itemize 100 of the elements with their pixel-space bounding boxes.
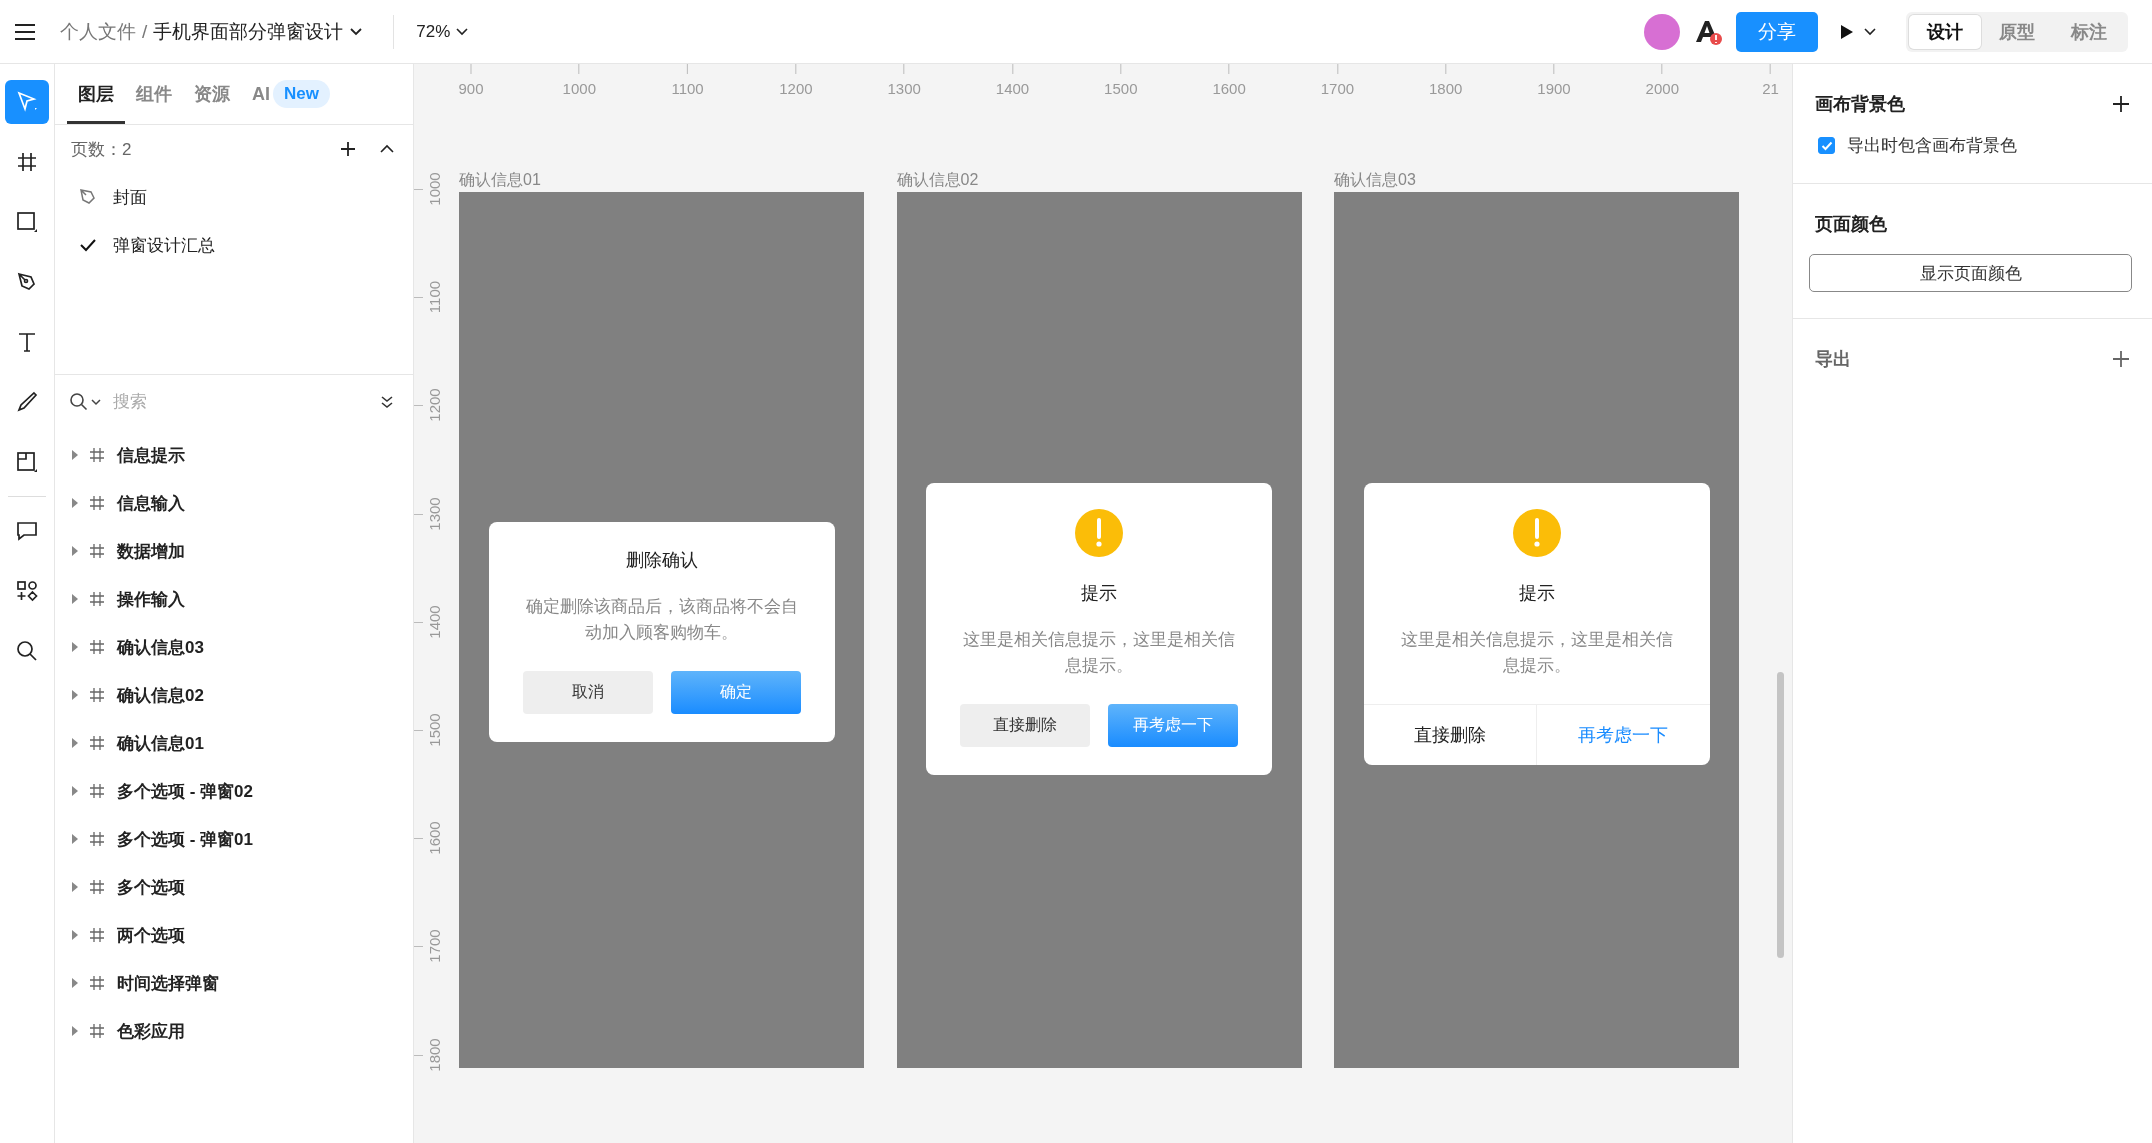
select-tool-button[interactable] [5, 80, 49, 124]
ruler-label: 1000 [562, 80, 596, 97]
ruler-label: 1600 [425, 821, 443, 855]
cancel-button[interactable]: 直接删除 [960, 703, 1090, 747]
search-field[interactable]: 搜索 [111, 391, 371, 413]
disclosure-icon[interactable] [71, 738, 79, 748]
panel-tab[interactable]: 资源 [183, 64, 241, 124]
show-page-color-button[interactable]: 显示页面颜色 [1809, 254, 2132, 292]
dialog-title: 提示 [1081, 582, 1117, 605]
ruler-label: 1200 [779, 80, 813, 97]
add-icon[interactable] [2112, 95, 2130, 113]
breadcrumb-separator: / [142, 20, 148, 43]
warning-icon [1075, 509, 1123, 557]
section-title: 导出 [1815, 348, 1851, 371]
ruler-label: 1300 [887, 80, 921, 97]
disclosure-icon[interactable] [71, 978, 79, 988]
layer-item[interactable]: 操作输入 [71, 575, 413, 623]
rectangle-tool-icon [15, 210, 39, 234]
section-tool-icon [15, 450, 39, 474]
delete-button[interactable]: 直接删除 [1363, 704, 1536, 765]
frame-icon [89, 687, 105, 703]
search-tool-icon [15, 639, 39, 663]
frame-icon [89, 639, 105, 655]
play-dropdown[interactable] [1838, 22, 1878, 41]
dialog-message: 确定删除该商品后，该商品将不会自动加入顾客购物车。 [524, 596, 799, 645]
disclosure-icon[interactable] [71, 546, 79, 556]
checkbox[interactable] [1818, 137, 1835, 154]
disclosure-icon[interactable] [71, 1026, 79, 1036]
frame-icon [89, 831, 105, 847]
frame-icon [89, 975, 105, 991]
mode-tab[interactable]: 设计 [1909, 14, 1981, 49]
frame-icon [89, 543, 105, 559]
ruler-label: 900 [458, 80, 484, 97]
layer-item[interactable]: 数据增加 [71, 527, 413, 575]
play-icon [1838, 22, 1878, 41]
dialog-title: 提示 [1518, 582, 1555, 605]
layer-item[interactable]: 确认信息01 [71, 719, 413, 767]
layer-item[interactable]: 多个选项 - 弹窗01 [71, 815, 413, 863]
disclosure-icon[interactable] [71, 642, 79, 652]
cancel-button[interactable]: 取消 [522, 670, 653, 714]
layer-item[interactable]: 多个选项 [71, 863, 413, 911]
frame-tool-icon [15, 150, 39, 174]
ruler-label: 1800 [425, 1037, 443, 1072]
ruler-label: 1700 [425, 929, 443, 964]
frame-icon [89, 591, 105, 607]
add-icon[interactable] [339, 140, 357, 158]
ruler-label: 2000 [1645, 80, 1679, 97]
layer-item[interactable]: 信息提示 [71, 431, 413, 479]
layer-item[interactable]: 多个选项 - 弹窗02 [71, 767, 413, 815]
scrollbar[interactable] [1777, 672, 1784, 958]
frame-icon [89, 783, 105, 799]
section-title: 画布背景色 [1815, 93, 1905, 116]
layer-item[interactable]: 时间选择弹窗 [71, 959, 413, 1007]
frame-icon [89, 879, 105, 895]
zoom-dropdown[interactable]: 72% [416, 21, 469, 42]
new-badge: New [273, 80, 330, 108]
ruler-label: 1800 [1429, 80, 1463, 97]
search-icon[interactable] [69, 392, 103, 412]
frame-icon [89, 495, 105, 511]
layer-item[interactable]: 色彩应用 [71, 1007, 413, 1055]
comment-tool-icon [15, 519, 39, 543]
ruler-label: 1400 [425, 605, 443, 639]
dialog-title: 删除确认 [625, 549, 698, 572]
disclosure-icon[interactable] [71, 834, 79, 844]
layer-item[interactable]: 两个选项 [71, 911, 413, 959]
page-item[interactable]: 弹窗设计汇总 [71, 221, 395, 269]
ruler-label: 1600 [1212, 80, 1246, 97]
ruler-label: 1300 [425, 496, 443, 531]
disclosure-icon[interactable] [71, 930, 79, 940]
warning-icon [1512, 509, 1561, 557]
collapse-icon[interactable] [379, 144, 395, 154]
frame-icon [89, 1023, 105, 1039]
panel-tab[interactable]: 组件 [125, 64, 183, 124]
disclosure-icon[interactable] [71, 786, 79, 796]
disclosure-icon[interactable] [71, 882, 79, 892]
layer-item[interactable]: 信息输入 [71, 479, 413, 527]
disclosure-icon[interactable] [71, 450, 79, 460]
layer-item[interactable]: 确认信息03 [71, 623, 413, 671]
breadcrumb-link[interactable]: 个人文件 [60, 18, 136, 45]
dialog-message: 这里是相关信息提示，这里是相关信息提示。 [962, 629, 1236, 678]
user-avatar[interactable] [1644, 13, 1680, 50]
panel-tab[interactable]: AI [241, 64, 273, 124]
disclosure-icon[interactable] [71, 690, 79, 700]
page-item[interactable]: 封面 [71, 173, 395, 221]
caret-icon [349, 26, 364, 37]
frame-icon [89, 735, 105, 751]
dialog-message: 这里是相关信息提示，这里是相关信息提示。 [1399, 629, 1674, 678]
menu-icon[interactable] [14, 22, 36, 41]
ruler-label: 1900 [1537, 80, 1571, 97]
disclosure-icon[interactable] [71, 498, 79, 508]
file-title-dropdown[interactable]: 手机界面部分弹窗设计 [153, 18, 364, 45]
layer-item[interactable]: 确认信息02 [71, 671, 413, 719]
section-title: 页面颜色 [1815, 213, 1887, 236]
panel-tab[interactable]: 图层 [67, 64, 125, 124]
caret-icon [456, 27, 469, 36]
ruler-label: 1500 [1104, 80, 1138, 97]
disclosure-icon[interactable] [71, 594, 79, 604]
checkbox-label: 导出时包含画布背景色 [1847, 135, 2017, 157]
expand-all-icon[interactable] [379, 394, 395, 410]
ruler-label: 21 [1762, 80, 1779, 97]
